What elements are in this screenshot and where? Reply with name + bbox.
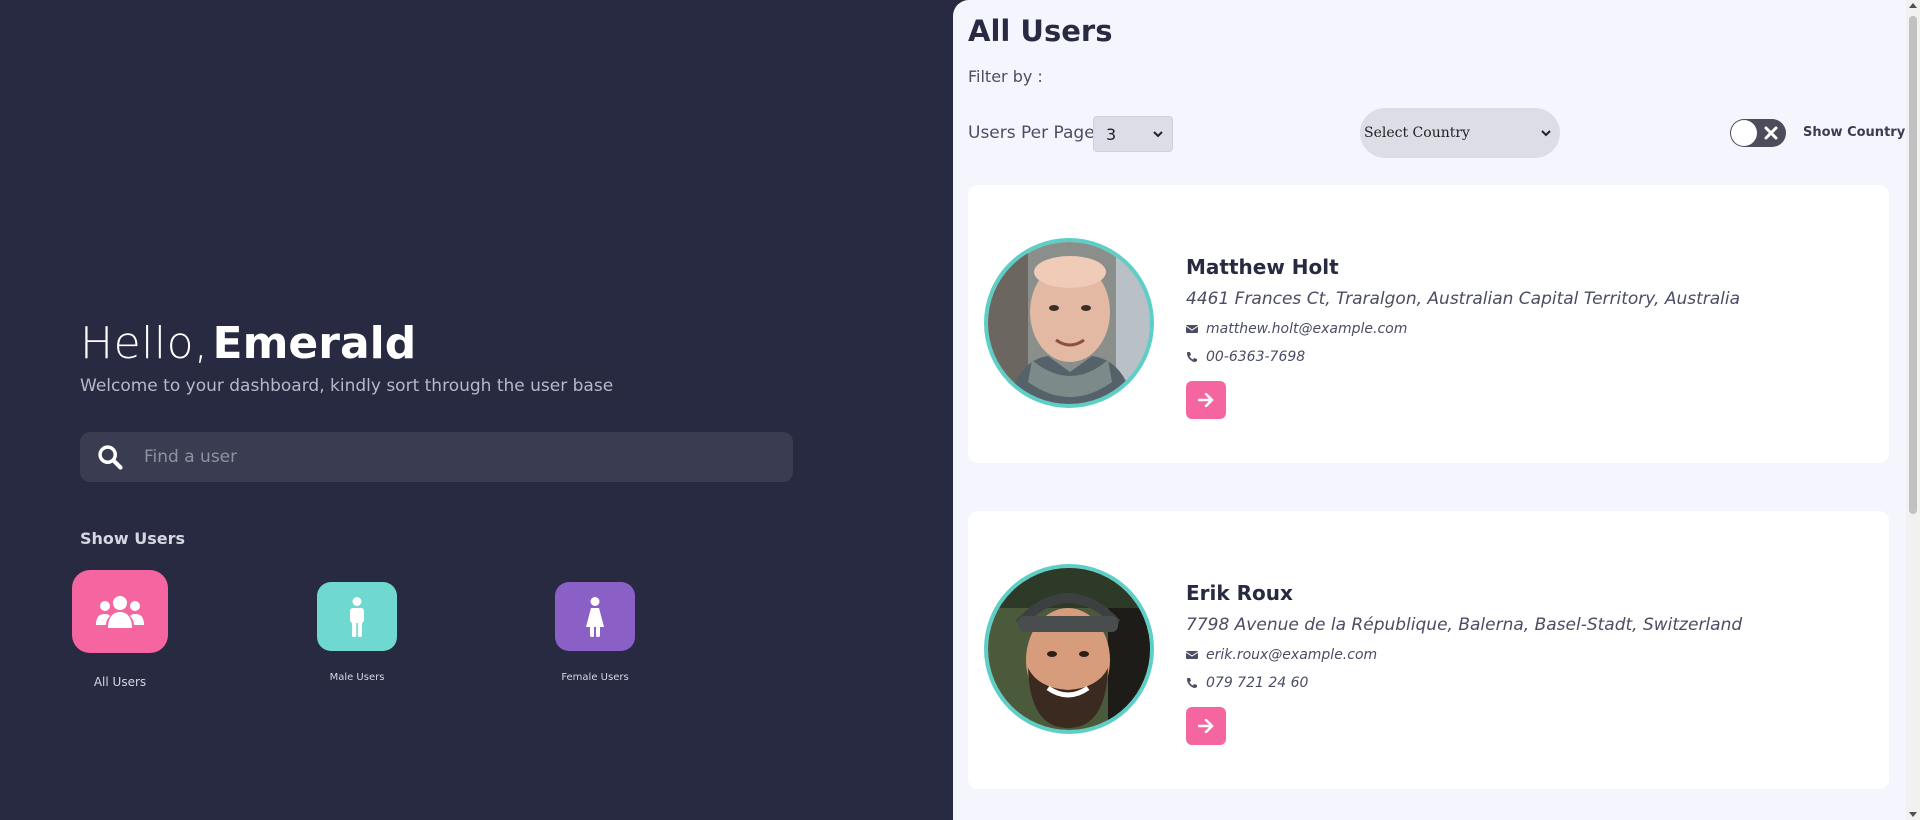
close-icon [1764, 126, 1778, 140]
user-phone-row: 079 721 24 60 [1186, 675, 1742, 691]
user-email: erik.roux@example.com [1206, 647, 1378, 663]
show-country-label: Show Country [1803, 125, 1906, 140]
search-icon[interactable] [96, 443, 124, 471]
phone-icon [1187, 352, 1197, 362]
main-panel: All Users Filter by : Users Per Page 3 S… [953, 0, 1920, 820]
user-phone: 00-6363-7698 [1206, 349, 1306, 365]
search-input[interactable] [144, 447, 744, 467]
users-per-page-label: Users Per Page [968, 123, 1095, 143]
chevron-down-icon [1153, 131, 1163, 138]
view-user-button[interactable] [1186, 707, 1226, 745]
page-title: All Users [968, 14, 1113, 48]
user-card: Erik Roux 7798 Avenue de la République, … [968, 511, 1889, 789]
user-name: Matthew Holt [1186, 255, 1339, 279]
user-phone-row: 00-6363-7698 [1186, 349, 1740, 365]
users-per-page-select[interactable]: 3 [1093, 116, 1173, 152]
filter-label: Filter by : [968, 67, 1043, 86]
user-email-row: erik.roux@example.com [1186, 647, 1742, 663]
male-users-button[interactable]: Male Users [317, 582, 397, 683]
sidebar-panel: Hello, Emerald Welcome to your dashboard… [0, 0, 953, 820]
country-select[interactable]: Select Country [1360, 108, 1560, 158]
scroll-down-icon[interactable] [1909, 812, 1917, 818]
country-select-value: Select Country [1364, 125, 1470, 141]
greeting-text: Hello, [80, 318, 209, 369]
all-users-label: All Users [93, 675, 147, 689]
show-users-heading: Show Users [80, 529, 186, 548]
phone-icon [1187, 678, 1197, 688]
welcome-text: Welcome to your dashboard, kindly sort t… [80, 376, 614, 396]
user-details: Matthew Holt 4461 Frances Ct, Traralgon,… [1186, 255, 1740, 419]
avatar [984, 238, 1154, 408]
search-bar[interactable] [80, 432, 793, 482]
chevron-down-icon [1541, 130, 1551, 137]
avatar [984, 564, 1154, 734]
male-users-tile[interactable] [317, 582, 397, 651]
scrollbar-thumb[interactable] [1909, 16, 1917, 514]
male-icon [350, 596, 364, 637]
arrow-right-icon [1198, 393, 1214, 407]
scrollbar[interactable] [1906, 0, 1920, 820]
user-name: Emerald [212, 318, 417, 369]
female-users-button[interactable]: Female Users [555, 582, 635, 683]
show-country-toggle[interactable] [1730, 119, 1786, 147]
greeting: Hello, Emerald [80, 316, 416, 372]
user-name: Erik Roux [1186, 581, 1293, 605]
users-group-icon [96, 595, 144, 628]
user-address: 7798 Avenue de la République, Balerna, B… [1186, 615, 1743, 635]
all-users-tile[interactable] [72, 570, 168, 653]
all-users-button[interactable]: All Users [72, 570, 168, 689]
user-email-row: matthew.holt@example.com [1186, 321, 1740, 337]
female-users-label: Female Users [561, 672, 629, 683]
envelope-icon [1186, 651, 1198, 659]
user-address: 4461 Frances Ct, Traralgon, Australian C… [1186, 289, 1741, 309]
toggle-knob [1731, 120, 1757, 146]
user-details: Erik Roux 7798 Avenue de la République, … [1186, 581, 1742, 745]
user-email: matthew.holt@example.com [1206, 321, 1408, 337]
view-user-button[interactable] [1186, 381, 1226, 419]
user-phone: 079 721 24 60 [1206, 675, 1309, 691]
user-card: Matthew Holt 4461 Frances Ct, Traralgon,… [968, 185, 1889, 463]
female-users-tile[interactable] [555, 582, 635, 651]
users-per-page-value: 3 [1106, 124, 1117, 144]
male-users-label: Male Users [329, 672, 385, 683]
scroll-up-icon[interactable] [1909, 2, 1917, 8]
envelope-icon [1186, 325, 1198, 333]
female-icon [586, 596, 604, 637]
arrow-right-icon [1198, 719, 1214, 733]
